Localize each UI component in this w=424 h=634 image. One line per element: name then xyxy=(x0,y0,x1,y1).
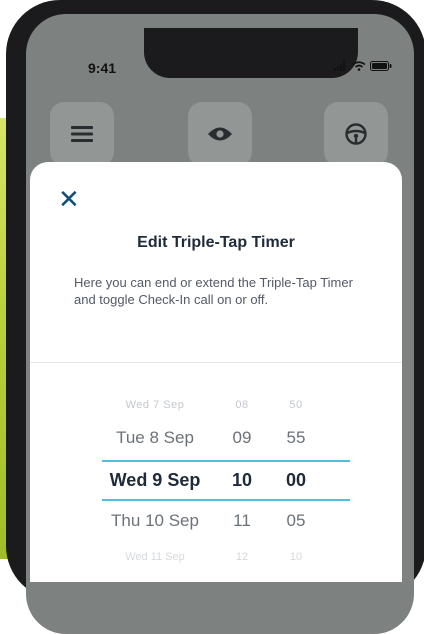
picker-row[interactable]: Tue 8 Sep 09 55 xyxy=(90,423,340,453)
phone-notch xyxy=(144,28,358,78)
picker-minute: 55 xyxy=(286,428,306,447)
picker-minute: 50 xyxy=(289,399,303,411)
menu-icon xyxy=(71,126,93,142)
status-time: 9:41 xyxy=(88,60,117,76)
edit-timer-sheet: ✕ Edit Triple-Tap Timer Here you can end… xyxy=(30,162,402,582)
signal-icon xyxy=(334,61,345,71)
picker-date: Wed 11 Sep xyxy=(125,551,185,563)
status-icons xyxy=(334,61,392,71)
view-button[interactable] xyxy=(188,102,252,166)
steering-wheel-icon xyxy=(345,123,367,145)
picker-date: Thu 10 Sep xyxy=(111,511,199,530)
sheet-description: Here you can end or extend the Triple-Ta… xyxy=(74,275,353,307)
picker-row[interactable]: Wed 11 Sep 12 10 xyxy=(90,542,340,572)
divider xyxy=(30,362,402,363)
sheet-title: Edit Triple-Tap Timer xyxy=(137,234,295,251)
menu-button[interactable] xyxy=(50,102,114,166)
picker-date: Wed 9 Sep xyxy=(109,470,201,490)
picker-hour: 10 xyxy=(231,470,253,490)
close-icon[interactable]: ✕ xyxy=(58,186,80,212)
picker-date: Tue 8 Sep xyxy=(116,428,194,447)
selection-line-bottom xyxy=(102,499,350,501)
picker-row-selected[interactable]: Wed 9 Sep 10 00 xyxy=(90,465,340,495)
picker-date: Wed 7 Sep xyxy=(125,399,185,411)
picker-row[interactable]: Wed 7 Sep 08 50 xyxy=(90,390,340,420)
wifi-icon xyxy=(352,61,366,71)
picker-minute: 10 xyxy=(289,551,303,563)
picker-minute: 00 xyxy=(285,470,307,490)
picker-hour: 11 xyxy=(233,511,251,530)
eye-icon xyxy=(208,127,232,141)
selection-line-top xyxy=(102,460,350,462)
picker-hour: 09 xyxy=(232,428,252,447)
drive-button[interactable] xyxy=(324,102,388,166)
picker-minute: 05 xyxy=(286,511,306,530)
picker-hour: 12 xyxy=(235,551,249,563)
picker-hour: 08 xyxy=(235,399,249,411)
battery-icon xyxy=(370,61,392,71)
picker-row[interactable]: Thu 10 Sep 11 05 xyxy=(90,506,340,536)
